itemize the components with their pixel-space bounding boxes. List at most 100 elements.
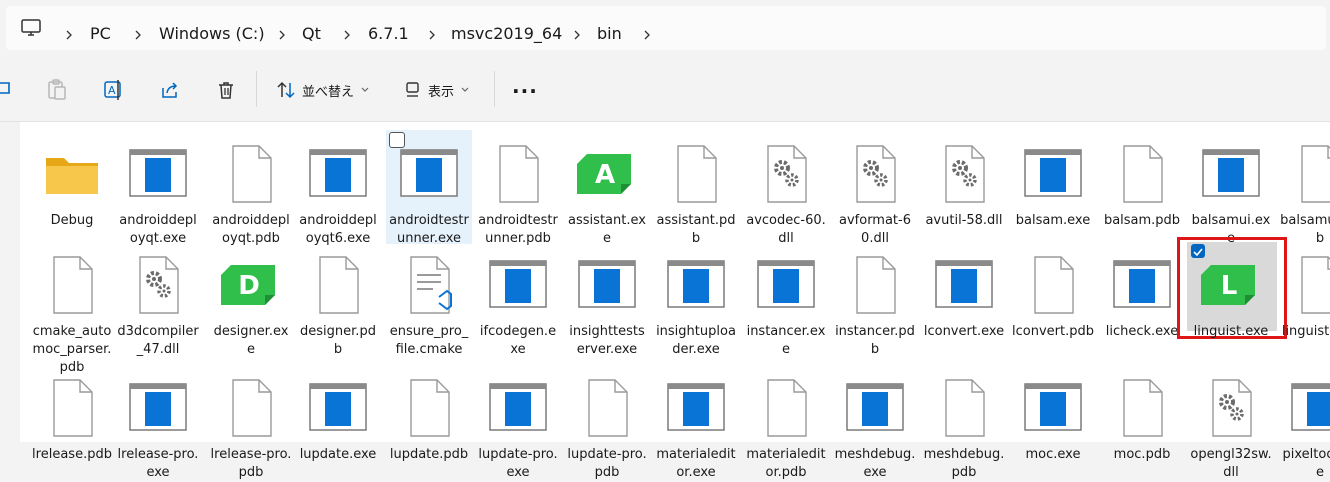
file-name: materialeditor.exe xyxy=(656,447,736,480)
file-item[interactable]: androidtestrunner.pdb xyxy=(475,138,561,248)
file-item[interactable]: lupdate.exe xyxy=(295,372,381,464)
file-item[interactable]: balsam.exe xyxy=(1010,138,1096,230)
file-item[interactable]: licheck.exe xyxy=(1099,249,1185,341)
sort-button[interactable]: 並べ替え xyxy=(276,77,370,103)
document-icon xyxy=(1288,142,1330,206)
chevron-right-icon[interactable] xyxy=(62,27,76,41)
file-name: lrelease.pdb xyxy=(32,447,112,462)
file-item[interactable]: Ddesigner.exe xyxy=(208,249,294,359)
breadcrumb-item[interactable]: msvc2019_64 xyxy=(451,24,562,44)
chevron-right-icon[interactable] xyxy=(425,27,439,41)
file-item[interactable]: balsamui.exe xyxy=(1188,138,1274,248)
chevron-right-icon[interactable] xyxy=(131,27,145,41)
file-item[interactable]: balsamui.pdb xyxy=(1277,138,1330,248)
paste-icon[interactable] xyxy=(47,77,67,103)
file-item[interactable]: moc.pdb xyxy=(1099,372,1185,464)
exe-file-icon xyxy=(664,376,728,440)
file-item[interactable]: instancer.exe xyxy=(743,249,829,359)
file-item[interactable]: instancer.pdb xyxy=(832,249,918,359)
file-item[interactable]: pixeltool.exe xyxy=(1277,372,1330,482)
view-button[interactable]: 表示 xyxy=(404,77,470,103)
file-name: linguist.exe xyxy=(1193,324,1269,339)
file-name: ifcodegen.exe xyxy=(479,324,557,357)
chevron-right-icon[interactable] xyxy=(570,27,584,41)
document-icon xyxy=(1288,253,1330,317)
file-name: avutil-58.dll xyxy=(925,213,1003,228)
computer-icon[interactable] xyxy=(21,19,41,41)
file-item[interactable]: androiddeployqt.exe xyxy=(115,138,201,248)
file-item[interactable]: lupdate.pdb xyxy=(386,372,472,464)
address-bar[interactable]: PC Windows (C:) Qt 6.7.1 msvc2019_64 bin xyxy=(6,6,1326,50)
chevron-right-icon[interactable] xyxy=(640,27,654,41)
file-name: avformat-60.dll xyxy=(839,213,911,246)
document-icon xyxy=(754,376,818,440)
file-item[interactable]: lupdate-pro.pdb xyxy=(564,372,650,482)
file-item[interactable]: avformat-60.dll xyxy=(832,138,918,248)
file-item[interactable]: linguist.pdb xyxy=(1277,249,1330,341)
file-item[interactable]: lrelease.pdb xyxy=(29,372,115,464)
file-item[interactable]: ensure_pro_file.cmake xyxy=(386,249,472,359)
file-item[interactable]: lrelease-pro.pdb xyxy=(208,372,294,482)
file-name: pixeltool.exe xyxy=(1282,447,1330,480)
file-item[interactable]: meshdebug.pdb xyxy=(921,372,1007,482)
file-item[interactable]: moc.exe xyxy=(1010,372,1096,464)
rename-icon[interactable]: A xyxy=(103,77,125,103)
breadcrumb-item[interactable]: Qt xyxy=(302,24,321,44)
file-item[interactable]: opengl32sw.dll xyxy=(1188,372,1274,482)
file-item[interactable]: avutil-58.dll xyxy=(921,138,1007,230)
file-item[interactable]: lrelease-pro.exe xyxy=(115,372,201,482)
file-item[interactable]: Llinguist.exe xyxy=(1188,249,1274,341)
file-item[interactable]: androiddeployqt.pdb xyxy=(208,138,294,248)
file-item[interactable]: lupdate-pro.exe xyxy=(475,372,561,482)
file-name: insightuploader.exe xyxy=(656,324,736,357)
breadcrumb-item[interactable]: 6.7.1 xyxy=(368,24,409,44)
file-name: androidtestrunner.pdb xyxy=(478,213,558,246)
document-icon xyxy=(932,376,996,440)
breadcrumb-item[interactable]: Windows (C:) xyxy=(159,24,265,44)
qt-app-icon: A xyxy=(575,142,639,206)
file-item[interactable]: Aassistant.exe xyxy=(564,138,650,248)
more-options-button[interactable]: ... xyxy=(512,74,538,103)
file-name: androiddeployqt6.exe xyxy=(299,213,377,246)
file-item[interactable]: assistant.pdb xyxy=(653,138,739,248)
exe-file-icon xyxy=(486,253,550,317)
share-icon-partial[interactable] xyxy=(0,77,12,103)
file-name: moc.pdb xyxy=(1113,447,1171,462)
file-item[interactable]: androidtestrunner.exe xyxy=(386,138,472,248)
file-item[interactable]: lconvert.pdb xyxy=(1010,249,1096,341)
chevron-right-icon[interactable] xyxy=(340,27,354,41)
file-item[interactable]: lconvert.exe xyxy=(921,249,1007,341)
exe-file-icon xyxy=(126,376,190,440)
file-item[interactable]: cmake_automoc_parser.pdb xyxy=(29,249,115,377)
breadcrumb-item[interactable]: PC xyxy=(90,24,111,44)
exe-file-icon xyxy=(1110,253,1174,317)
chevron-down-icon xyxy=(361,87,369,92)
delete-icon[interactable] xyxy=(216,77,236,103)
file-item[interactable]: materialeditor.pdb xyxy=(743,372,829,482)
file-item[interactable]: materialeditor.exe xyxy=(653,372,739,482)
chevron-right-icon[interactable] xyxy=(275,27,289,41)
qt-app-icon: D xyxy=(219,253,283,317)
file-item[interactable]: ifcodegen.exe xyxy=(475,249,561,359)
file-name: linguist.pdb xyxy=(1281,324,1330,339)
file-item[interactable]: Debug xyxy=(29,138,115,230)
file-item[interactable]: insightuploader.exe xyxy=(653,249,739,359)
file-name: lconvert.exe xyxy=(923,324,1005,339)
file-name: d3dcompiler_47.dll xyxy=(117,324,199,357)
file-item[interactable]: d3dcompiler_47.dll xyxy=(115,249,201,359)
file-item[interactable]: androiddeployqt6.exe xyxy=(295,138,381,248)
document-icon xyxy=(1021,253,1085,317)
file-name: androidtestrunner.exe xyxy=(389,213,469,246)
chevron-down-icon xyxy=(461,87,469,92)
breadcrumb-item[interactable]: bin xyxy=(597,24,622,44)
file-name: meshdebug.pdb xyxy=(923,447,1005,480)
file-name: lupdate.exe xyxy=(299,447,377,462)
file-item[interactable]: meshdebug.exe xyxy=(832,372,918,482)
dll-file-icon xyxy=(843,142,907,206)
file-item[interactable]: insighttestserver.exe xyxy=(564,249,650,359)
document-icon xyxy=(397,376,461,440)
file-item[interactable]: designer.pdb xyxy=(295,249,381,359)
file-item[interactable]: avcodec-60.dll xyxy=(743,138,829,248)
file-item[interactable]: balsam.pdb xyxy=(1099,138,1185,230)
share-icon[interactable] xyxy=(160,77,180,103)
